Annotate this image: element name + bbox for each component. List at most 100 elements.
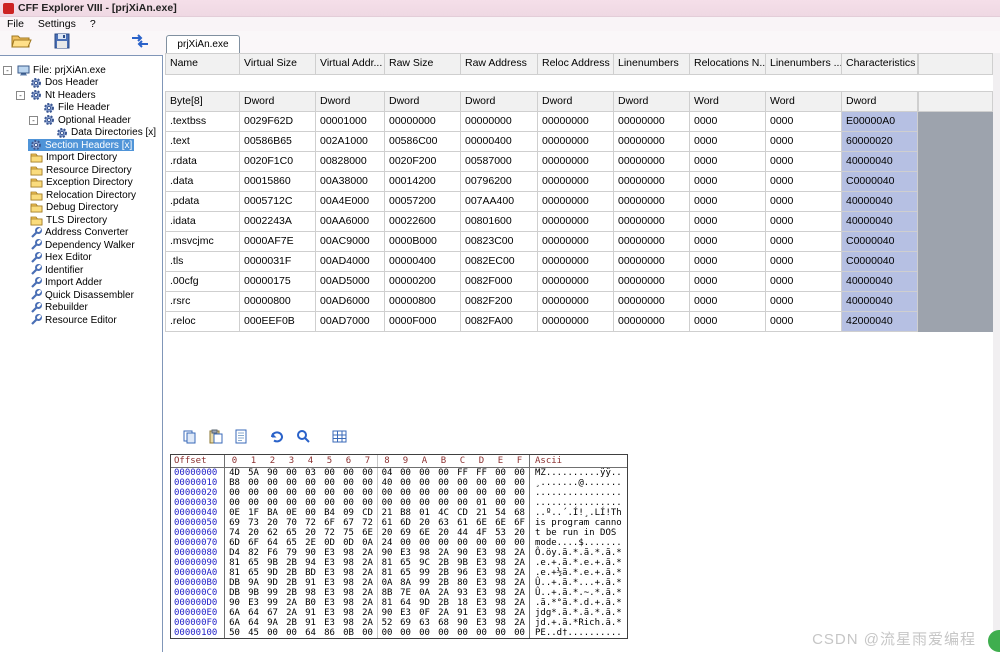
hex-byte[interactable]: 99 [263, 598, 282, 608]
hex-byte[interactable]: 9D [415, 598, 434, 608]
hex-byte[interactable]: 98 [339, 578, 358, 588]
hex-byte[interactable]: 98 [491, 608, 510, 618]
hex-byte[interactable]: 0A [415, 588, 434, 598]
cell[interactable]: 0000 [766, 152, 842, 172]
hex-byte[interactable]: 00 [510, 538, 529, 548]
tree-item-optional-header[interactable]: -Optional Header [0, 114, 162, 127]
hex-byte[interactable]: 98 [491, 598, 510, 608]
hex-byte[interactable]: 98 [491, 588, 510, 598]
cell[interactable]: .pdata [165, 192, 240, 212]
hex-byte[interactable]: 00 [301, 508, 320, 518]
hex-byte[interactable]: 68 [434, 618, 453, 628]
hex-byte[interactable]: 69 [396, 528, 415, 538]
cell[interactable]: 0005712C [240, 192, 316, 212]
cell[interactable]: 00000000 [538, 292, 614, 312]
cell[interactable]: 00A4E000 [316, 192, 385, 212]
hex-byte[interactable]: 00 [510, 468, 529, 478]
hex-byte[interactable]: BA [263, 508, 282, 518]
hex-byte[interactable]: 00 [472, 478, 491, 488]
hex-byte[interactable]: 69 [396, 618, 415, 628]
menu-item-help[interactable]: ? [83, 18, 103, 30]
cell[interactable]: 00022600 [385, 212, 461, 232]
hex-byte[interactable]: B0 [301, 598, 320, 608]
hex-byte[interactable]: 2A [358, 618, 377, 628]
hex-byte[interactable]: 2A [510, 598, 529, 608]
column-header[interactable]: Virtual Addr... [316, 53, 385, 75]
cell[interactable]: 0000 [690, 292, 766, 312]
hex-byte[interactable]: 67 [339, 518, 358, 528]
hex-byte[interactable]: 6E [358, 528, 377, 538]
cell[interactable]: 0000 [766, 172, 842, 192]
hex-byte[interactable]: 00 [415, 488, 434, 498]
cell[interactable]: 00015860 [240, 172, 316, 192]
cell[interactable]: 00586C00 [385, 132, 461, 152]
hex-undo-button[interactable] [268, 430, 286, 448]
hex-byte[interactable]: 00 [453, 478, 472, 488]
hex-byte[interactable]: 00 [225, 488, 244, 498]
tree-item-data-directories-x[interactable]: Data Directories [x] [0, 127, 162, 140]
hex-byte[interactable]: 6E [491, 518, 510, 528]
hex-byte[interactable]: E3 [472, 548, 491, 558]
hex-byte[interactable]: 96 [453, 568, 472, 578]
hex-byte[interactable]: 09 [339, 508, 358, 518]
hex-byte[interactable]: 8B [377, 588, 396, 598]
hex-byte[interactable]: 00 [491, 628, 510, 638]
hex-byte[interactable]: 00 [434, 468, 453, 478]
hex-byte[interactable]: 9D [263, 568, 282, 578]
hex-byte[interactable]: 81 [377, 558, 396, 568]
hex-byte[interactable]: 0F [415, 608, 434, 618]
hex-byte[interactable]: 2B [434, 558, 453, 568]
hex-byte[interactable]: 91 [301, 618, 320, 628]
hex-byte[interactable]: 2E [301, 538, 320, 548]
cell[interactable]: 0082FA00 [461, 312, 538, 332]
hex-byte[interactable]: 99 [415, 578, 434, 588]
hex-byte[interactable]: 00 [377, 488, 396, 498]
hex-byte[interactable]: DB [225, 578, 244, 588]
tree-item-import-adder[interactable]: Import Adder [0, 277, 162, 290]
hex-byte[interactable]: CD [358, 508, 377, 518]
hex-byte[interactable]: F6 [263, 548, 282, 558]
cell[interactable]: 0000 [690, 132, 766, 152]
cell[interactable]: 00000000 [614, 172, 690, 192]
cell[interactable]: .msvcjmc [165, 232, 240, 252]
column-header[interactable]: Name [165, 53, 240, 75]
hex-byte[interactable]: 6A [225, 618, 244, 628]
hex-byte[interactable]: 00 [472, 538, 491, 548]
hex-byte[interactable]: 00 [434, 478, 453, 488]
cell[interactable]: 00823C00 [461, 232, 538, 252]
hex-byte[interactable]: 79 [282, 548, 301, 558]
hex-byte[interactable]: 00 [434, 538, 453, 548]
cell[interactable]: C0000040 [842, 172, 918, 192]
hex-byte[interactable]: 00 [263, 498, 282, 508]
hex-byte[interactable]: 62 [263, 528, 282, 538]
hex-byte[interactable]: 65 [244, 558, 263, 568]
hex-byte[interactable]: 00 [358, 488, 377, 498]
cell[interactable]: .tls [165, 252, 240, 272]
cell[interactable]: 00000000 [614, 192, 690, 212]
cell[interactable]: 40000040 [842, 272, 918, 292]
hex-byte[interactable]: 2B [282, 588, 301, 598]
hex-byte[interactable]: 90 [453, 618, 472, 628]
cell[interactable]: 40000040 [842, 152, 918, 172]
tree-item-dependency-walker[interactable]: Dependency Walker [0, 239, 162, 252]
hex-byte[interactable]: 2A [282, 608, 301, 618]
hex-byte[interactable]: 5A [244, 468, 263, 478]
column-header[interactable]: Linenumbers ... [766, 53, 842, 75]
hex-byte[interactable]: 73 [244, 518, 263, 528]
hex-byte[interactable]: 65 [396, 568, 415, 578]
cell[interactable]: .idata [165, 212, 240, 232]
hex-byte[interactable]: 00 [244, 488, 263, 498]
hex-byte[interactable]: 6E [415, 528, 434, 538]
cell[interactable]: 00000800 [385, 292, 461, 312]
hex-byte[interactable]: 65 [244, 568, 263, 578]
cell[interactable]: 0000 [766, 312, 842, 332]
hex-byte[interactable]: 80 [453, 578, 472, 588]
hex-byte[interactable]: 00 [396, 488, 415, 498]
cell[interactable]: 000EEF0B [240, 312, 316, 332]
hex-byte[interactable]: 2A [358, 588, 377, 598]
hex-byte[interactable]: 69 [225, 518, 244, 528]
hex-byte[interactable]: E3 [320, 588, 339, 598]
column-header[interactable]: Reloc Address [538, 53, 614, 75]
cell[interactable]: 00587000 [461, 152, 538, 172]
hex-byte[interactable]: 98 [339, 558, 358, 568]
